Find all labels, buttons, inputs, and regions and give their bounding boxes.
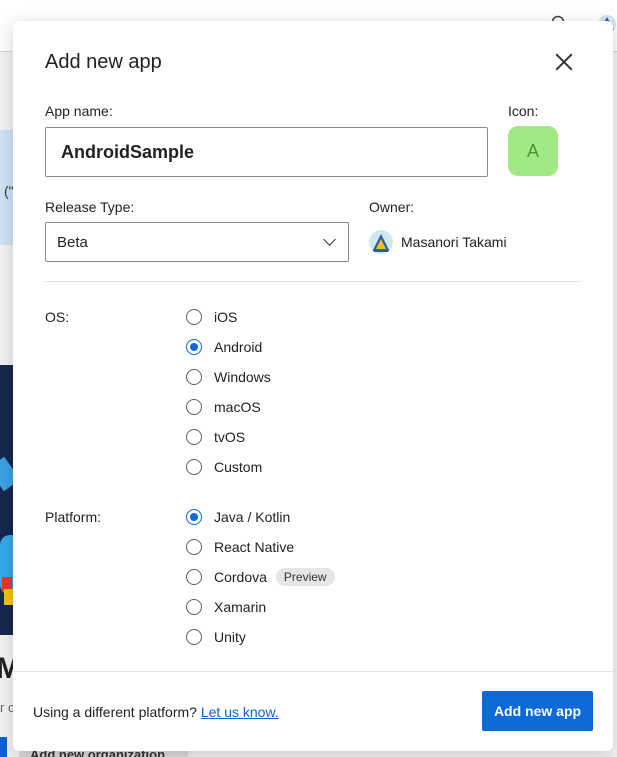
add-new-app-button[interactable]: Add new app — [482, 691, 593, 731]
os-label: OS: — [45, 309, 70, 325]
let-us-know-link[interactable]: Let us know. — [201, 704, 279, 720]
os-option-label: tvOS — [214, 429, 246, 445]
release-type-value: Beta — [57, 234, 88, 251]
radio-button[interactable] — [186, 539, 202, 555]
app-icon-picker[interactable]: A — [508, 126, 558, 176]
os-option-android[interactable]: Android — [186, 337, 262, 357]
platform-option-label: Cordova — [214, 569, 267, 585]
radio-button-checked[interactable] — [186, 339, 202, 355]
preview-badge: Preview — [275, 568, 335, 586]
close-icon[interactable] — [553, 51, 575, 73]
os-option-custom[interactable]: Custom — [186, 457, 262, 477]
platform-option-xamarin[interactable]: Xamarin — [186, 597, 266, 617]
footer-divider — [13, 671, 613, 672]
owner-label: Owner: — [369, 199, 415, 215]
add-app-dialog: Add new app App name: Icon: A Release Ty… — [13, 21, 613, 751]
dialog-title: Add new app — [45, 51, 162, 73]
os-option-label: iOS — [214, 309, 238, 325]
os-option-label: Android — [214, 339, 263, 355]
release-type-select[interactable]: Beta — [45, 222, 349, 262]
owner-display: Masanori Takami — [369, 230, 507, 254]
radio-button[interactable] — [186, 629, 202, 645]
radio-button[interactable] — [186, 429, 202, 445]
background-illustration — [0, 365, 13, 635]
radio-button[interactable] — [186, 459, 202, 475]
platform-option-react-native[interactable]: React Native — [186, 537, 294, 557]
os-option-windows[interactable]: Windows — [186, 367, 271, 387]
os-option-tvos[interactable]: tvOS — [186, 427, 245, 447]
section-divider — [45, 281, 581, 282]
os-option-label: Windows — [214, 369, 271, 385]
os-option-macos[interactable]: macOS — [186, 397, 261, 417]
release-type-label: Release Type: — [45, 199, 135, 215]
platform-option-label: Java / Kotlin — [214, 509, 291, 525]
radio-button[interactable] — [186, 399, 202, 415]
footer-prompt-text: Using a different platform? — [33, 704, 197, 720]
platform-option-unity[interactable]: Unity — [186, 627, 246, 647]
app-name-input[interactable] — [45, 127, 488, 177]
owner-name: Masanori Takami — [401, 234, 507, 250]
radio-button[interactable] — [186, 369, 202, 385]
radio-button[interactable] — [186, 599, 202, 615]
radio-button[interactable] — [186, 309, 202, 325]
platform-option-label: React Native — [214, 539, 295, 555]
background-primary-button[interactable] — [0, 737, 7, 757]
owner-avatar — [369, 230, 393, 254]
radio-button-checked[interactable] — [186, 509, 202, 525]
platform-option-label: Unity — [214, 629, 246, 645]
icon-label: Icon: — [508, 103, 539, 119]
os-option-ios[interactable]: iOS — [186, 307, 237, 327]
platform-option-cordova[interactable]: Cordova Preview — [186, 567, 335, 587]
chevron-down-icon — [323, 233, 336, 246]
platform-option-java-kotlin[interactable]: Java / Kotlin — [186, 507, 290, 527]
platform-option-label: Xamarin — [214, 599, 267, 615]
platform-label: Platform: — [45, 509, 102, 525]
app-name-label: App name: — [45, 103, 113, 119]
os-option-label: macOS — [214, 399, 261, 415]
radio-button[interactable] — [186, 569, 202, 585]
os-option-label: Custom — [214, 459, 263, 475]
footer-prompt: Using a different platform? Let us know. — [33, 704, 279, 720]
